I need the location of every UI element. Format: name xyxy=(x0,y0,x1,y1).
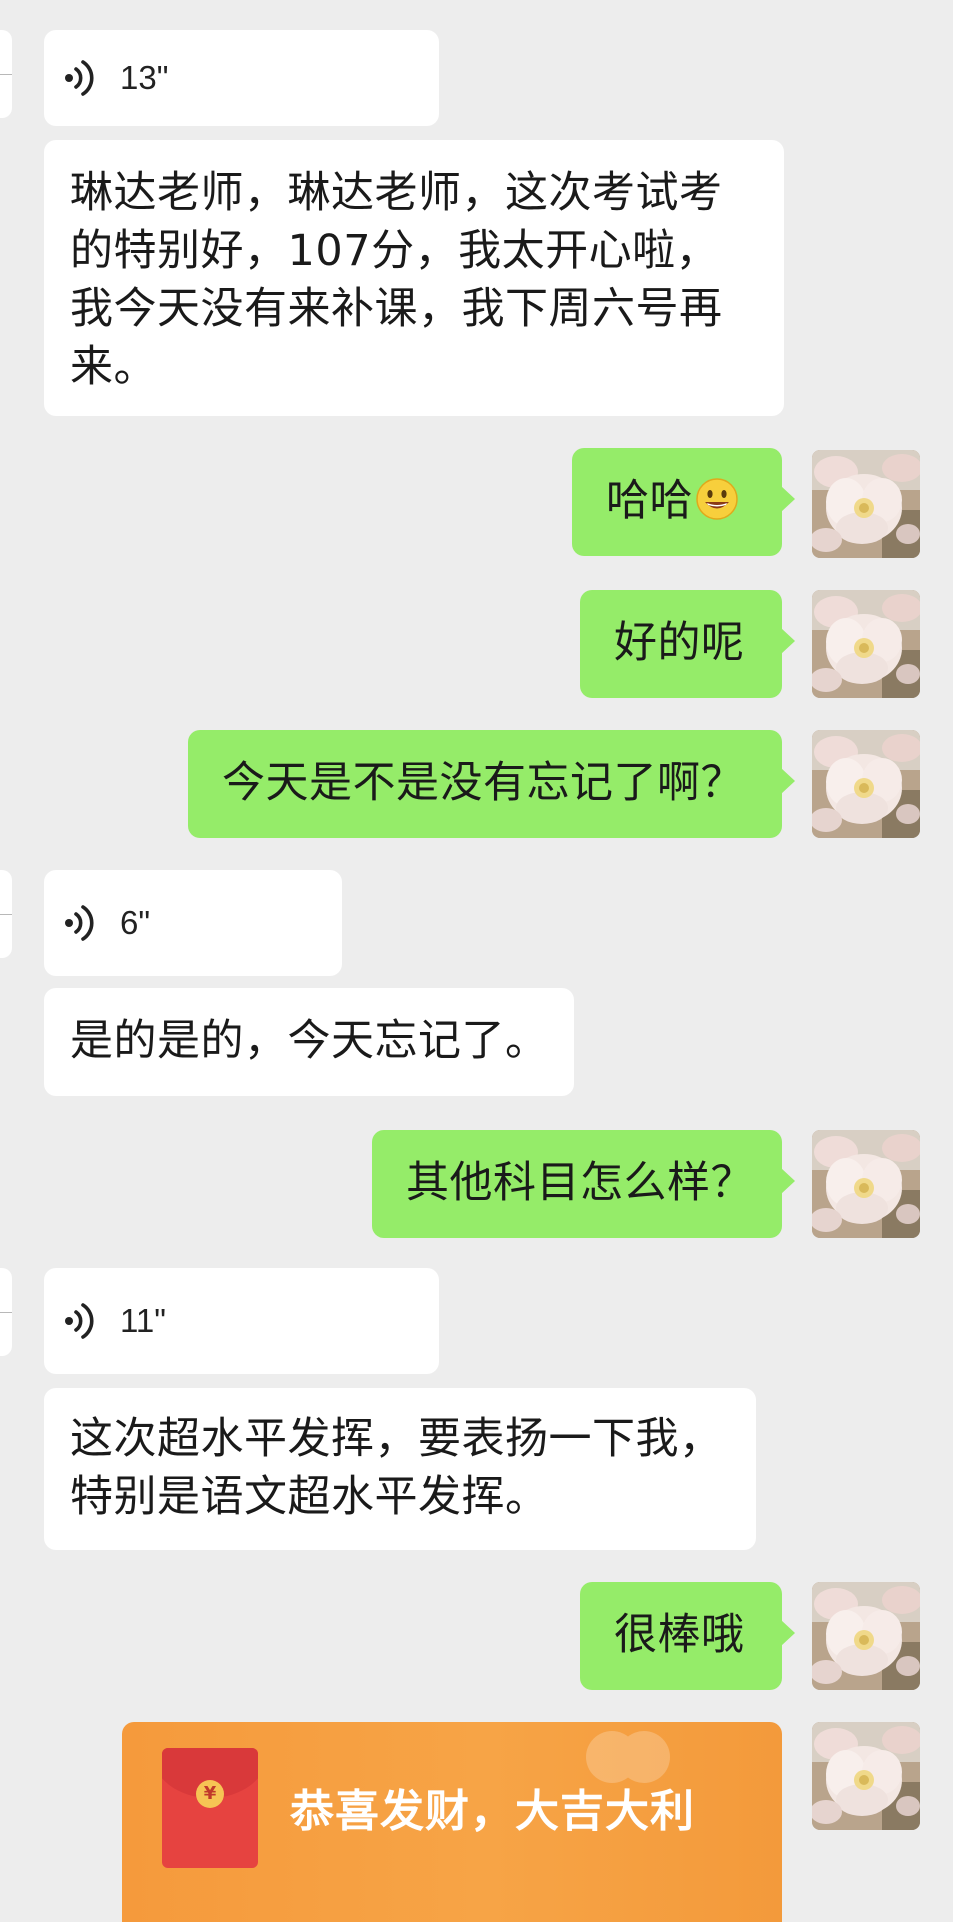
my-avatar[interactable] xyxy=(812,1582,920,1690)
message-text: 哈哈 xyxy=(606,476,693,526)
voice-wave-icon xyxy=(63,1301,98,1341)
incoming-text-bubble[interactable]: 是的是的，今天忘记了。 xyxy=(44,988,574,1096)
voice-message[interactable]: 11" xyxy=(44,1268,439,1374)
my-avatar[interactable] xyxy=(812,590,920,698)
red-packet-message[interactable]: ¥ 恭喜发财，大吉大利 xyxy=(122,1722,782,1922)
incoming-avatar-edge xyxy=(0,30,12,118)
message-text: 很棒哦 xyxy=(614,1610,745,1660)
incoming-text-bubble[interactable]: 这次超水平发挥，要表扬一下我， 特别是语文超水平发挥。 xyxy=(44,1388,756,1550)
voice-message[interactable]: 6" xyxy=(44,870,342,976)
message-text: 这次超水平发挥，要表扬一下我， 特别是语文超水平发挥。 xyxy=(70,1414,723,1522)
voice-message[interactable]: 13" xyxy=(44,30,439,126)
voice-duration: 6" xyxy=(120,904,151,941)
voice-duration: 13" xyxy=(120,59,169,96)
red-envelope-icon: ¥ xyxy=(162,1748,258,1868)
red-packet-greeting: 恭喜发财，大吉大利 xyxy=(290,1786,695,1837)
message-text: 其他科目怎么样？ xyxy=(406,1158,754,1208)
incoming-avatar-edge xyxy=(0,870,12,958)
my-avatar[interactable] xyxy=(812,450,920,558)
my-avatar[interactable] xyxy=(812,1130,920,1238)
my-avatar[interactable] xyxy=(812,1722,920,1830)
message-text: 今天是不是没有忘记了啊？ xyxy=(222,758,744,808)
outgoing-text-bubble[interactable]: 其他科目怎么样？ xyxy=(372,1130,795,1238)
incoming-avatar-edge xyxy=(0,1268,12,1356)
message-text: 是的是的，今天忘记了。 xyxy=(70,1016,549,1066)
coin-icon: ¥ xyxy=(196,1780,224,1808)
message-text: 好的呢 xyxy=(614,618,745,668)
outgoing-text-bubble[interactable]: 好的呢 xyxy=(580,590,795,698)
message-text: 琳达老师，琳达老师，这次考试考 的特别好，107分，我太开心啦， 我今天没有来补… xyxy=(70,168,723,392)
incoming-text-bubble[interactable]: 琳达老师，琳达老师，这次考试考 的特别好，107分，我太开心啦， 我今天没有来补… xyxy=(44,140,784,416)
voice-wave-icon xyxy=(63,58,98,98)
outgoing-text-bubble[interactable]: 很棒哦 xyxy=(580,1582,795,1690)
smiley-emoji-icon xyxy=(695,477,739,521)
voice-wave-icon xyxy=(63,903,98,943)
outgoing-text-bubble[interactable]: 今天是不是没有忘记了啊？ xyxy=(188,730,795,838)
my-avatar[interactable] xyxy=(812,730,920,838)
outgoing-text-bubble[interactable]: 哈哈 xyxy=(572,448,795,556)
voice-duration: 11" xyxy=(120,1302,166,1339)
